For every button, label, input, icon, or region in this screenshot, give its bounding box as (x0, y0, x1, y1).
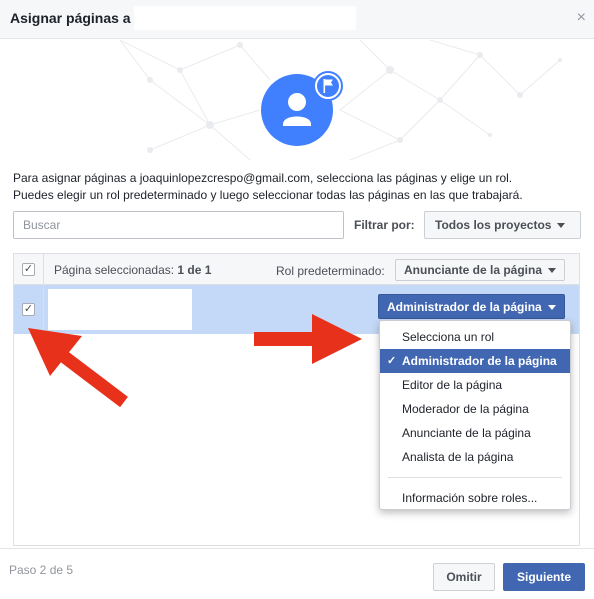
menu-item-label: Administrador de la página (402, 354, 557, 368)
dialog-title: Asignar páginas a (10, 10, 131, 26)
chevron-down-icon (547, 304, 556, 310)
dialog-header: Asignar páginas a × (0, 0, 594, 39)
menu-item-label: Selecciona un rol (402, 330, 495, 344)
menu-item-admin[interactable]: ✓ Administrador de la página (380, 349, 570, 373)
menu-item-moderator[interactable]: Moderador de la página (380, 397, 570, 421)
default-role-label: Rol predeterminado: (276, 264, 385, 278)
search-input[interactable] (13, 211, 344, 239)
menu-item-label: Editor de la página (402, 378, 503, 392)
flag-icon (313, 71, 343, 101)
row-checkbox[interactable]: ✓ (22, 303, 35, 316)
project-filter-value: Todos los proyectos (435, 218, 552, 232)
row-role-value: Administrador de la página (387, 299, 542, 314)
instructions-line-1: Para asignar páginas a joaquinlopezcresp… (13, 171, 513, 185)
hero-illustration (0, 40, 594, 165)
close-icon[interactable]: × (577, 9, 586, 27)
checkmark-icon: ✓ (387, 355, 397, 367)
selected-count-text: Página seleccionadas: 1 de 1 (54, 263, 211, 277)
step-indicator: Paso 2 de 5 (9, 563, 74, 577)
roles-info-link[interactable]: Información sobre roles... (380, 486, 570, 510)
project-filter-dropdown[interactable]: Todos los proyectos (424, 211, 581, 239)
menu-item-label: Anunciante de la página (402, 426, 531, 440)
menu-item-label: Analista de la página (402, 450, 514, 464)
chevron-down-icon (557, 223, 566, 228)
menu-item-label: Moderador de la página (402, 402, 529, 416)
filter-label: Filtrar por: (354, 218, 415, 232)
role-dropdown-menu: Selecciona un rol ✓ Administrador de la p… (379, 320, 571, 510)
redacted-user-name (134, 6, 356, 30)
redacted-page-name (48, 289, 192, 330)
assign-pages-dialog: Asignar páginas a × Para asignar páginas… (0, 0, 594, 599)
next-button[interactable]: Siguiente (503, 563, 585, 591)
row-role-dropdown[interactable]: Administrador de la página (378, 294, 565, 319)
menu-divider (388, 477, 562, 478)
menu-item-label: Información sobre roles... (402, 491, 538, 505)
instructions-line-2: Puedes elegir un rol predeterminado y lu… (13, 188, 523, 202)
selected-count-value: 1 de 1 (177, 263, 212, 277)
skip-button[interactable]: Omitir (433, 563, 495, 591)
column-divider (43, 254, 44, 334)
instructions-text: Para asignar páginas a joaquinlopezcresp… (13, 170, 583, 204)
select-all-checkbox[interactable]: ✓ (22, 263, 35, 276)
menu-item-editor[interactable]: Editor de la página (380, 373, 570, 397)
selected-count-prefix: Página seleccionadas: (54, 263, 178, 277)
menu-item-analyst[interactable]: Analista de la página (380, 445, 570, 469)
table-header: ✓ Página seleccionadas: 1 de 1 Rol prede… (14, 254, 579, 285)
dialog-footer: Paso 2 de 5 Omitir Siguiente (0, 548, 594, 599)
default-role-value: Anunciante de la página (404, 263, 543, 277)
menu-item-select-role[interactable]: Selecciona un rol (380, 325, 570, 349)
default-role-dropdown[interactable]: Anunciante de la página (395, 259, 566, 281)
chevron-down-icon (548, 268, 557, 273)
menu-item-advertiser[interactable]: Anunciante de la página (380, 421, 570, 445)
